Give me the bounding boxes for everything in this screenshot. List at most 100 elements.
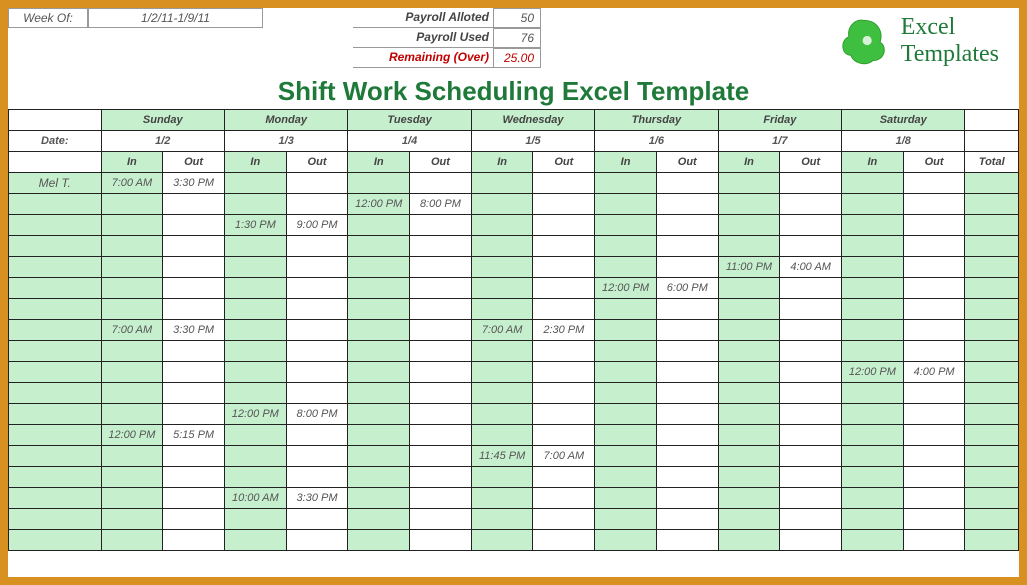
out-cell[interactable]: 7:00 AM [533,446,595,467]
out-cell[interactable] [286,236,348,257]
out-cell[interactable] [780,341,842,362]
out-cell[interactable]: 8:00 PM [410,194,472,215]
in-cell[interactable] [101,404,163,425]
out-cell[interactable]: 3:30 PM [286,488,348,509]
out-cell[interactable]: 4:00 AM [780,257,842,278]
out-cell[interactable]: 4:00 PM [903,362,965,383]
in-cell[interactable] [842,467,904,488]
in-cell[interactable] [224,320,286,341]
out-cell[interactable] [656,320,718,341]
in-cell[interactable] [471,467,533,488]
in-cell[interactable] [101,341,163,362]
out-cell[interactable] [656,257,718,278]
out-cell[interactable] [533,404,595,425]
out-cell[interactable] [286,341,348,362]
out-cell[interactable] [780,215,842,236]
in-cell[interactable]: 12:00 PM [348,194,410,215]
out-cell[interactable] [533,299,595,320]
out-cell[interactable]: 3:30 PM [163,173,225,194]
in-cell[interactable] [348,530,410,551]
in-cell[interactable] [224,194,286,215]
in-cell[interactable] [718,236,780,257]
out-cell[interactable] [903,404,965,425]
in-cell[interactable] [718,404,780,425]
in-cell[interactable] [595,404,657,425]
in-cell[interactable] [224,299,286,320]
in-cell[interactable] [842,257,904,278]
in-cell[interactable] [101,215,163,236]
in-cell[interactable] [718,320,780,341]
in-cell[interactable] [348,341,410,362]
date-wed[interactable]: 1/5 [471,131,594,152]
out-cell[interactable] [533,194,595,215]
in-cell[interactable] [718,215,780,236]
out-cell[interactable] [410,488,472,509]
in-cell[interactable] [595,299,657,320]
out-cell[interactable]: 3:30 PM [163,320,225,341]
out-cell[interactable] [533,509,595,530]
in-cell[interactable] [101,446,163,467]
in-cell[interactable] [595,530,657,551]
in-cell[interactable]: 12:00 PM [101,425,163,446]
out-cell[interactable] [780,425,842,446]
out-cell[interactable] [286,257,348,278]
out-cell[interactable] [656,383,718,404]
in-cell[interactable] [471,530,533,551]
out-cell[interactable] [656,299,718,320]
out-cell[interactable] [286,362,348,383]
in-cell[interactable] [101,362,163,383]
out-cell[interactable] [780,299,842,320]
in-cell[interactable] [471,509,533,530]
out-cell[interactable] [903,278,965,299]
in-cell[interactable] [224,530,286,551]
out-cell[interactable] [163,236,225,257]
out-cell[interactable] [656,362,718,383]
date-tue[interactable]: 1/4 [348,131,471,152]
out-cell[interactable] [903,194,965,215]
out-cell[interactable] [656,341,718,362]
out-cell[interactable] [163,404,225,425]
in-cell[interactable] [842,383,904,404]
out-cell[interactable] [163,509,225,530]
out-cell[interactable] [533,530,595,551]
in-cell[interactable] [595,446,657,467]
in-cell[interactable] [842,341,904,362]
in-cell[interactable]: 11:45 PM [471,446,533,467]
in-cell[interactable] [471,257,533,278]
out-cell[interactable] [656,509,718,530]
in-cell[interactable] [842,509,904,530]
out-cell[interactable] [410,257,472,278]
in-cell[interactable] [471,425,533,446]
in-cell[interactable] [842,488,904,509]
out-cell[interactable] [780,488,842,509]
in-cell[interactable] [348,320,410,341]
in-cell[interactable] [101,467,163,488]
out-cell[interactable] [163,215,225,236]
in-cell[interactable] [101,299,163,320]
in-cell[interactable] [718,509,780,530]
out-cell[interactable] [410,530,472,551]
out-cell[interactable] [656,467,718,488]
out-cell[interactable] [533,362,595,383]
in-cell[interactable] [348,173,410,194]
in-cell[interactable] [101,383,163,404]
in-cell[interactable] [224,278,286,299]
in-cell[interactable] [718,341,780,362]
out-cell[interactable] [780,278,842,299]
out-cell[interactable] [903,215,965,236]
in-cell[interactable] [718,362,780,383]
in-cell[interactable] [348,278,410,299]
out-cell[interactable] [903,488,965,509]
in-cell[interactable] [718,425,780,446]
out-cell[interactable]: 6:00 PM [656,278,718,299]
out-cell[interactable] [533,488,595,509]
in-cell[interactable] [595,236,657,257]
in-cell[interactable]: 7:00 AM [471,320,533,341]
in-cell[interactable] [842,446,904,467]
out-cell[interactable] [163,278,225,299]
date-mon[interactable]: 1/3 [224,131,347,152]
in-cell[interactable] [348,425,410,446]
in-cell[interactable] [718,173,780,194]
out-cell[interactable] [780,404,842,425]
in-cell[interactable] [101,509,163,530]
